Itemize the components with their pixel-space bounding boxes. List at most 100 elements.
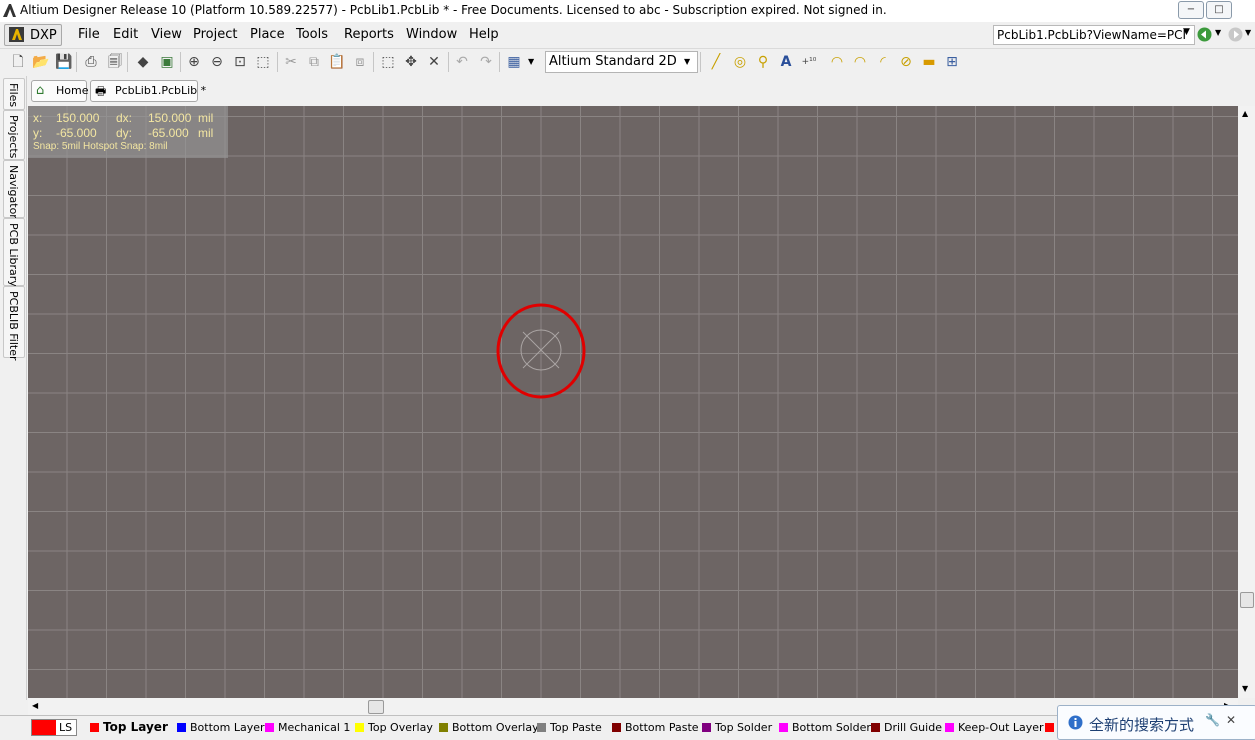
tab-pcblib-document[interactable]: 🖶 PcbLib1.PcbLib * [90,80,206,102]
menu-tools[interactable]: Tools [296,27,328,42]
coordinate-readout: x: 150.000 dx: 150.000 mil y: -65.000 dy… [28,106,228,158]
layer-tab-top-overlay[interactable]: Top Overlay [355,719,433,736]
forward-dropdown-icon[interactable]: ▼ [1245,28,1251,37]
layer-tab-label: Bottom Solder [792,721,871,734]
restore-button[interactable]: □ [1206,1,1232,19]
cut-icon[interactable]: ✂ [282,53,300,71]
view-mode-select[interactable]: Altium Standard 2D [545,51,698,73]
grid-icon[interactable]: ▦ [505,53,523,71]
arc-edge-icon[interactable]: ◠ [851,53,869,71]
layer-set-button[interactable]: LS [31,719,77,736]
layer-tab-top-paste[interactable]: Top Paste [537,719,602,736]
dxp-menu[interactable]: DXP [4,24,62,46]
grid-dropdown-icon[interactable]: ▼ [528,57,534,66]
sidebar-tab-pcblib-filter[interactable]: PCBLIB Filter [3,286,25,361]
forward-icon[interactable] [1228,27,1243,42]
arc-any-icon[interactable]: ◜ [874,53,892,71]
menu-reports[interactable]: Reports [344,27,394,42]
layer-tab-drill-guide[interactable]: Drill Guide [871,719,942,736]
sidebar-tab-navigator[interactable]: Navigator [3,160,25,219]
array-paste-icon[interactable]: ⊞ [943,53,961,71]
dx-label: dx: [116,111,133,125]
layer-stack-icon[interactable]: ◆ [134,53,152,71]
zoom-out-icon[interactable]: ⊖ [208,53,226,71]
copy-icon[interactable]: ⧉ [305,53,323,71]
layer-color-swatch [871,723,880,732]
save-icon[interactable]: 💾 [55,53,73,71]
layer-color-swatch [439,723,448,732]
address-dropdown-icon[interactable]: ▼ [1183,27,1190,37]
menu-view[interactable]: View [151,27,182,42]
open-icon[interactable]: 📂 [32,53,50,71]
layer-tab-top-layer[interactable]: Top Layer [90,719,168,736]
place-pad-icon[interactable]: ◎ [731,53,749,71]
settings-icon[interactable]: 🔧 [1205,713,1220,727]
fill-icon[interactable]: ▬ [920,53,938,71]
view-mode-dropdown-icon[interactable]: ▼ [684,57,690,66]
zoom-in-icon[interactable]: ⊕ [185,53,203,71]
board-icon[interactable]: ▣ [158,53,176,71]
toolbar-separator [700,52,701,72]
redo-icon[interactable]: ↷ [477,53,495,71]
title-bar: Altium Designer Release 10 (Platform 10.… [0,0,1255,22]
horizontal-scroll-thumb[interactable] [368,700,384,714]
sidebar-tab-pcb-library[interactable]: PCB Library [3,218,25,287]
layer-tab-bottom-solder[interactable]: Bottom Solder [779,719,871,736]
search-notification[interactable]: 全新的搜索方式 🔧 ✕ [1057,705,1255,740]
scroll-down-icon[interactable]: ▼ [1242,684,1248,693]
full-circle-icon[interactable]: ⊘ [897,53,915,71]
menu-file[interactable]: File [78,27,100,42]
layer-tab-bottom-paste[interactable]: Bottom Paste [612,719,699,736]
paste-icon[interactable]: 📋 [328,53,346,71]
pcb-canvas[interactable]: x: 150.000 dx: 150.000 mil y: -65.000 dy… [28,106,1238,698]
place-via-icon[interactable]: ⚲ [754,53,772,71]
new-icon[interactable]: 🗋 [9,53,27,71]
place-coordinate-icon[interactable]: +¹⁰ [800,53,818,71]
layer-tab-top-solder[interactable]: Top Solder [702,719,772,736]
layer-tab-bottom-overlay[interactable]: Bottom Overlay [439,719,539,736]
layer-tab-mechanical-1[interactable]: Mechanical 1 [265,719,350,736]
layer-color-swatch [90,723,99,732]
arc-center-icon[interactable]: ◠ [828,53,846,71]
sidebar-tab-files[interactable]: Files [3,78,25,110]
notification-text: 全新的搜索方式 [1089,716,1195,734]
undo-icon[interactable]: ↶ [453,53,471,71]
layer-tab-keep-out-layer[interactable]: Keep-Out Layer [945,719,1044,736]
tab-home-label: Home [56,84,89,97]
layer-tab-bottom-layer[interactable]: Bottom Layer [177,719,265,736]
sidebar-tab-projects[interactable]: Projects [3,110,25,160]
tab-home[interactable]: ⌂ Home [31,80,89,102]
layer-color-swatch [612,723,621,732]
zoom-selected-icon[interactable]: ⬚ [254,53,272,71]
place-line-icon[interactable]: ╱ [707,53,725,71]
menu-edit[interactable]: Edit [113,27,138,42]
select-area-icon[interactable]: ⬚ [379,53,397,71]
zoom-fit-icon[interactable]: ⊡ [231,53,249,71]
vertical-scrollbar[interactable]: ▲ ▼ [1238,106,1255,698]
menu-window[interactable]: Window [406,27,457,42]
back-dropdown-icon[interactable]: ▼ [1215,28,1221,37]
layer-tab-label: Top Overlay [368,721,433,734]
toolbar-separator [499,52,500,72]
scroll-up-icon[interactable]: ▲ [1242,109,1248,118]
move-icon[interactable]: ✥ [402,53,420,71]
menu-place[interactable]: Place [250,27,285,42]
scroll-left-icon[interactable]: ◀ [32,701,38,710]
back-icon[interactable] [1197,27,1212,42]
unit-label: mil [198,111,214,125]
close-icon[interactable]: ✕ [1226,713,1236,727]
dy-value: -65.000 [148,126,189,140]
print-preview-icon[interactable]: 🗐 [106,53,124,71]
vertical-scroll-thumb[interactable] [1240,592,1254,608]
layer-color-swatch [265,723,274,732]
deselect-icon[interactable]: ✕ [425,53,443,71]
rubber-stamp-icon[interactable]: ⧈ [351,53,369,71]
address-field[interactable]: PcbLib1.PcbLib?ViewName=PCI [993,25,1195,45]
print-icon[interactable]: ⎙ [82,53,100,71]
x-label: x: [33,111,43,125]
menu-help[interactable]: Help [469,27,499,42]
menu-project[interactable]: Project [193,27,237,42]
toolbar-separator [127,52,128,72]
place-string-icon[interactable]: A [777,53,795,71]
minimize-button[interactable]: − [1178,1,1204,19]
